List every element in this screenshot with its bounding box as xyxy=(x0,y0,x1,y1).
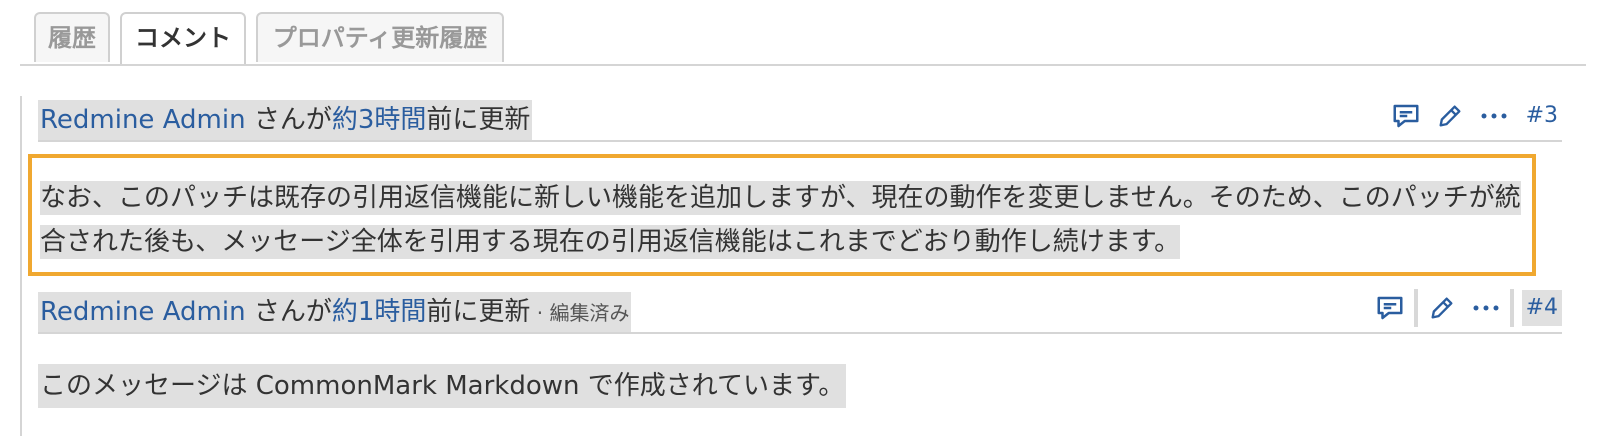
speech-bubble-icon[interactable] xyxy=(1384,96,1428,136)
journal-number-link[interactable]: #4 xyxy=(1521,290,1562,326)
time-link[interactable]: 約3時間 xyxy=(332,105,427,135)
ellipsis-icon[interactable] xyxy=(1472,96,1516,136)
tab-bar: 履歴 コメント プロパティ更新履歴 xyxy=(20,12,1586,66)
author-suffix: さんが xyxy=(245,297,332,327)
tab-property-changes[interactable]: プロパティ更新履歴 xyxy=(256,12,504,62)
speech-bubble-icon[interactable] xyxy=(1368,288,1412,328)
journal-actions: #4 xyxy=(1368,288,1562,328)
journal-note-text: このメッセージは CommonMark Markdown で作成されています。 xyxy=(38,364,847,408)
divider xyxy=(1509,289,1514,327)
author-suffix: さんが xyxy=(245,105,332,135)
ellipsis-icon[interactable] xyxy=(1464,288,1508,328)
journal-number-link[interactable]: #3 xyxy=(1522,98,1562,134)
journal-meta: Redmine Admin さんが約1時間前に更新 · 編集済み xyxy=(38,292,632,332)
journal-list: Redmine Admin さんが約3時間前に更新 #3 なお、このパッチは既存… xyxy=(20,96,1582,436)
pencil-icon[interactable] xyxy=(1428,96,1472,136)
author-link[interactable]: Redmine Admin xyxy=(40,297,246,327)
journal-meta: Redmine Admin さんが約3時間前に更新 xyxy=(38,100,533,140)
journal-header: Redmine Admin さんが約1時間前に更新 · 編集済み #4 xyxy=(38,288,1562,334)
tab-comments[interactable]: コメント xyxy=(120,12,246,64)
edited-label: · 編集済み xyxy=(530,301,630,325)
updated-text: 前に更新 xyxy=(426,105,531,135)
author-link[interactable]: Redmine Admin xyxy=(40,105,246,135)
journal-actions: #3 xyxy=(1384,96,1562,136)
divider xyxy=(1413,289,1418,327)
journal-note-text: なお、このパッチは既存の引用返信機能に新しい機能を追加しますが、現在の動作を変更… xyxy=(40,181,1521,259)
tab-history[interactable]: 履歴 xyxy=(34,12,110,62)
journal-note-highlighted: なお、このパッチは既存の引用返信機能に新しい機能を追加しますが、現在の動作を変更… xyxy=(28,154,1536,276)
updated-text: 前に更新 xyxy=(426,297,531,327)
time-link[interactable]: 約1時間 xyxy=(332,297,427,327)
pencil-icon[interactable] xyxy=(1420,288,1464,328)
journal-header: Redmine Admin さんが約3時間前に更新 #3 xyxy=(38,96,1562,142)
